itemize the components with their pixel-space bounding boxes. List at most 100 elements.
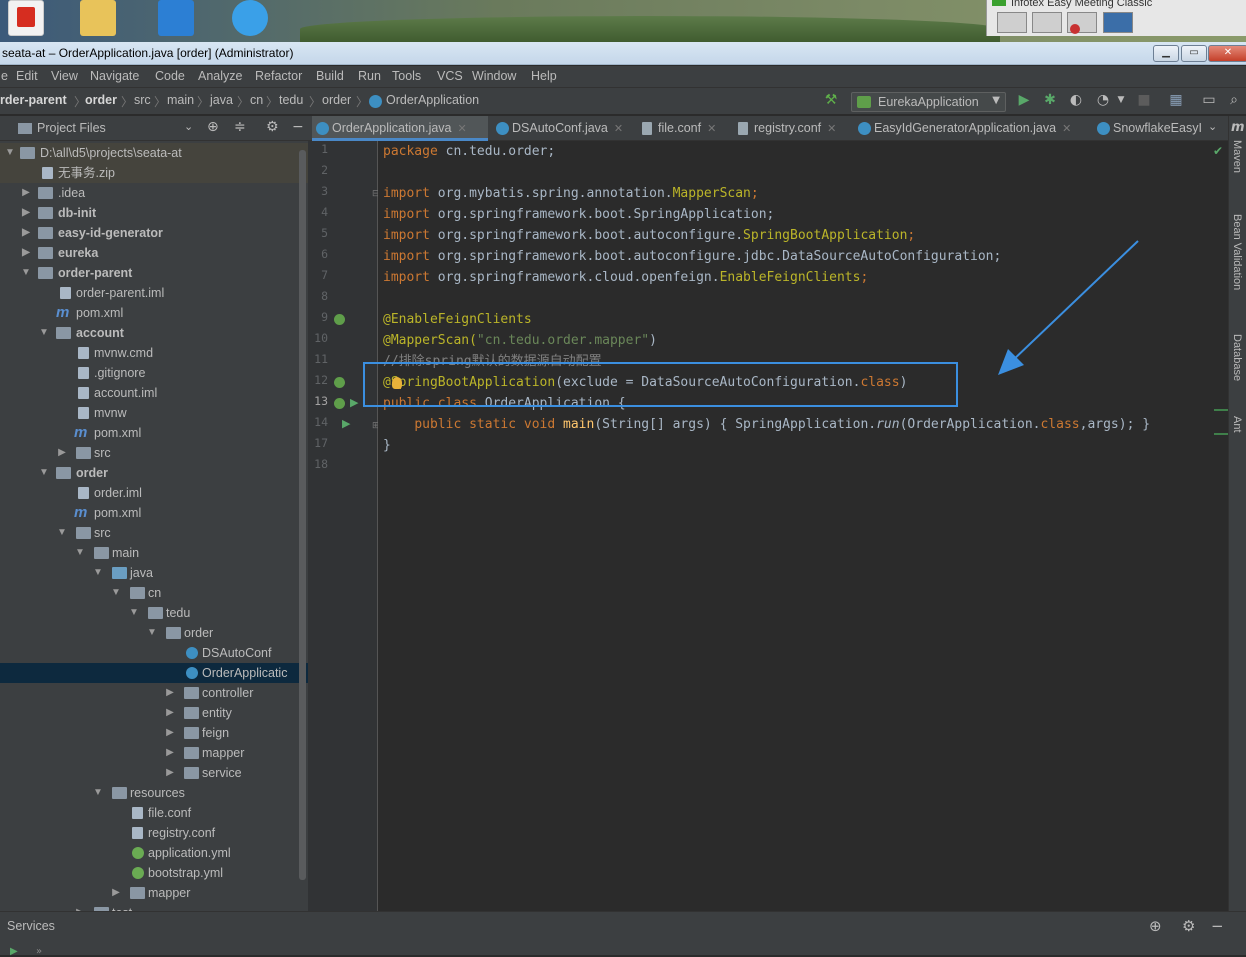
tree-node[interactable]: ▶ mapper — [0, 883, 308, 903]
breadcrumb-java[interactable]: java — [210, 93, 233, 107]
breadcrumb-cn[interactable]: cn — [250, 93, 263, 107]
database-tool-window[interactable]: Database — [1231, 334, 1243, 381]
tree-node[interactable]: registry.conf — [0, 823, 308, 843]
menu-edit[interactable]: Edit — [16, 69, 38, 83]
breadcrumb-src[interactable]: src — [134, 93, 151, 107]
tree-node[interactable]: ▶ easy-id-generator — [0, 223, 308, 243]
expand-icon[interactable]: » — [36, 946, 42, 957]
tree-node[interactable]: m pom.xml — [0, 423, 308, 443]
ant-tool-window[interactable]: Ant — [1231, 416, 1243, 433]
tab-snowflake[interactable]: SnowflakeEasyI — [1093, 116, 1205, 141]
breadcrumb-main[interactable]: main — [167, 93, 194, 107]
chevron-down-icon[interactable]: ⌄ — [184, 120, 193, 133]
bean-validation-tool-window[interactable]: Bean Validation — [1231, 214, 1243, 290]
tree-node[interactable]: ▼ resources — [0, 783, 308, 803]
tree-node[interactable]: ▶ src — [0, 443, 308, 463]
spring-bean-gutter-icon[interactable] — [334, 377, 345, 388]
meeting-camera-button[interactable] — [997, 12, 1027, 33]
hide-panel-icon[interactable]: − — [1211, 917, 1224, 935]
menu-analyze[interactable]: Analyze — [198, 69, 242, 83]
search-icon[interactable]: ⌕ — [1226, 92, 1242, 108]
tree-node[interactable]: DSAutoConf — [0, 643, 308, 663]
collapse-all-icon[interactable]: ≑ — [234, 119, 246, 135]
tree-node[interactable]: 无事务.zip — [0, 163, 308, 183]
hide-panel-icon[interactable]: − — [292, 119, 304, 135]
breadcrumb-order-package[interactable]: order — [322, 93, 351, 107]
tree-node[interactable]: ▶ eureka — [0, 243, 308, 263]
tree-node[interactable]: file.conf — [0, 803, 308, 823]
tree-node[interactable]: application.yml — [0, 843, 308, 863]
breadcrumb-order[interactable]: order — [85, 93, 117, 107]
gear-icon[interactable]: ⚙ — [266, 119, 279, 135]
tree-node[interactable]: ▼ main — [0, 543, 308, 563]
locate-icon[interactable]: ⊕ — [207, 119, 219, 135]
tree-node[interactable]: ▼ D:\all\d5\projects\seata-at — [0, 143, 308, 163]
tree-node[interactable]: ▼ account — [0, 323, 308, 343]
tree-node[interactable]: ▼ src — [0, 523, 308, 543]
tree-node[interactable]: bootstrap.yml — [0, 863, 308, 883]
breadcrumb-orderapplication[interactable]: OrderApplication — [386, 93, 479, 107]
close-tab-icon[interactable]: ✕ — [458, 123, 467, 135]
menu-code[interactable]: Code — [155, 69, 185, 83]
close-tab-icon[interactable]: ✕ — [1062, 123, 1071, 135]
tree-node[interactable]: ▶ feign — [0, 723, 308, 743]
meeting-share-button[interactable] — [1032, 12, 1062, 33]
breadcrumb-order-parent[interactable]: rder-parent — [0, 93, 67, 107]
tree-node[interactable]: ▶ service — [0, 763, 308, 783]
tab-orderapplication[interactable]: OrderApplication.java ✕ — [312, 116, 488, 141]
spring-bean-gutter-icon[interactable] — [334, 314, 345, 325]
tree-node[interactable]: m pom.xml — [0, 503, 308, 523]
menu-window[interactable]: Window — [472, 69, 516, 83]
tree-node[interactable]: order.iml — [0, 483, 308, 503]
tree-node[interactable]: ▶test — [0, 903, 308, 911]
tree-node[interactable]: ▼ order — [0, 623, 308, 643]
tree-node[interactable]: mvnw — [0, 403, 308, 423]
stop-icon[interactable]: ■ — [1136, 92, 1152, 108]
meeting-draw-button[interactable] — [1103, 12, 1133, 33]
tree-node[interactable]: mvnw.cmd — [0, 343, 308, 363]
services-title[interactable]: Services — [7, 919, 55, 933]
maven-tool-window[interactable]: Maven — [1231, 140, 1243, 173]
services-add-icon[interactable]: ⊕ — [1149, 917, 1162, 935]
run-gutter-icon[interactable]: ▶ — [342, 417, 350, 430]
close-window-button[interactable]: ✕ — [1208, 45, 1246, 62]
tree-node[interactable]: ▼ order-parent — [0, 263, 308, 283]
tree-node[interactable]: ▶ controller — [0, 683, 308, 703]
tree-node[interactable]: ▼ order — [0, 463, 308, 483]
menu-help[interactable]: Help — [531, 69, 557, 83]
tree-node[interactable]: .gitignore — [0, 363, 308, 383]
project-structure-icon[interactable]: ▦ — [1168, 92, 1184, 108]
tabs-overflow-chevron-icon[interactable]: ⌄ — [1208, 120, 1217, 133]
gear-icon[interactable]: ⚙ — [1182, 917, 1195, 935]
close-tab-icon[interactable]: ✕ — [614, 123, 623, 135]
menu-refactor[interactable]: Refactor — [255, 69, 302, 83]
minimize-button[interactable]: ▁ — [1153, 45, 1179, 62]
app-shortcut-icon[interactable] — [158, 0, 194, 36]
close-tab-icon[interactable]: ✕ — [827, 123, 836, 135]
tab-file-conf[interactable]: file.conf ✕ — [638, 116, 734, 141]
debug-icon[interactable]: ✱ — [1042, 92, 1058, 108]
menu-view[interactable]: View — [51, 69, 78, 83]
pdf-shortcut-icon[interactable] — [8, 0, 44, 36]
tree-node[interactable]: ▶ db-init — [0, 203, 308, 223]
tab-registry-conf[interactable]: registry.conf ✕ — [734, 116, 856, 141]
project-view-label[interactable]: Project Files — [37, 121, 106, 135]
tree-node[interactable]: order-parent.iml — [0, 283, 308, 303]
tree-node[interactable]: OrderApplicatic — [0, 663, 308, 683]
profile-icon[interactable]: ◔ — [1095, 92, 1111, 108]
folder-shortcut-icon[interactable] — [80, 0, 116, 36]
run-configuration-select[interactable]: EurekaApplication ▼ — [851, 92, 1006, 112]
run-icon[interactable]: ▶ — [10, 946, 18, 957]
menu-navigate[interactable]: Navigate — [90, 69, 139, 83]
tree-node[interactable]: m pom.xml — [0, 303, 308, 323]
tree-scrollbar[interactable] — [299, 150, 306, 880]
tree-node[interactable]: ▼ java — [0, 563, 308, 583]
menu-file[interactable]: e — [1, 69, 8, 83]
terminal-icon[interactable]: ▭ — [1201, 92, 1217, 108]
tree-node[interactable]: ▶ entity — [0, 703, 308, 723]
meeting-close-button[interactable] — [1067, 12, 1097, 34]
maximize-button[interactable]: ▭ — [1181, 45, 1207, 62]
spring-bean-gutter-icon[interactable] — [334, 398, 345, 409]
run-icon[interactable]: ▶ — [1016, 92, 1032, 108]
coverage-icon[interactable]: ◐ — [1068, 92, 1084, 108]
